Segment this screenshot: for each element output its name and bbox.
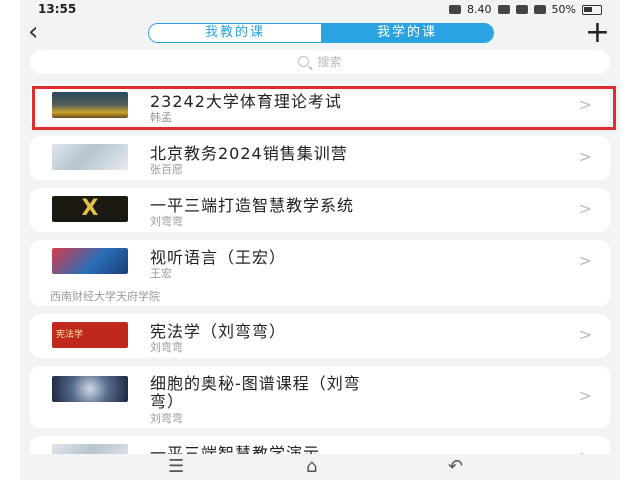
- wifi-icon: [533, 5, 546, 14]
- chevron-right-icon: >: [578, 95, 592, 114]
- course-teacher: 王宏: [150, 267, 172, 280]
- chevron-right-icon: >: [578, 386, 592, 405]
- course-thumbnail: X: [52, 196, 128, 222]
- course-thumbnail: [52, 248, 128, 274]
- course-title: 23242大学体育理论考试: [150, 92, 342, 111]
- chevron-right-icon: >: [578, 199, 592, 218]
- battery-icon: [582, 4, 602, 15]
- course-thumbnail: [52, 92, 128, 118]
- plus-icon[interactable]: +: [585, 18, 610, 48]
- search-icon: [298, 56, 310, 67]
- top-bar: ‹ 我教的课 我学的课 +: [20, 18, 620, 48]
- course-teacher: 韩孟: [150, 111, 172, 124]
- course-item[interactable]: 细胞的奥秘-图谱课程（刘弯 弯） 刘弯弯 >: [30, 366, 610, 428]
- chevron-left-icon[interactable]: ‹: [28, 19, 38, 45]
- status-icons: 8.40 50%: [449, 3, 602, 16]
- tab-teaching[interactable]: 我教的课: [149, 24, 321, 42]
- course-teacher: 张百愿: [150, 163, 183, 176]
- chevron-right-icon: >: [578, 147, 592, 166]
- course-item[interactable]: X 一平三端打造智慧教学系统 刘弯弯 >: [30, 188, 610, 232]
- menu-icon[interactable]: ☰: [168, 456, 184, 477]
- status-bar: 13:55 8.40 50%: [20, 0, 620, 20]
- course-teacher: 刘弯弯: [150, 341, 183, 354]
- course-tabs: 我教的课 我学的课: [148, 23, 494, 43]
- course-thumbnail: 宪法学: [52, 322, 128, 348]
- course-thumbnail: [52, 376, 128, 402]
- course-list: 23242大学体育理论考试 韩孟 > 北京教务2024销售集训营 张百愿 > X…: [30, 84, 610, 480]
- chevron-right-icon: >: [578, 251, 592, 270]
- course-item[interactable]: 北京教务2024销售集训营 张百愿 >: [30, 136, 610, 180]
- system-nav-bar: ☰ ⌂ ↶: [20, 454, 620, 480]
- signal-icon: [515, 5, 528, 14]
- course-school: 西南财经大学天府学院: [50, 290, 160, 303]
- course-item[interactable]: 视听语言（王宏） 王宏 西南财经大学天府学院 >: [30, 240, 610, 306]
- back-icon[interactable]: ↶: [448, 456, 463, 477]
- alarm-icon: [449, 5, 462, 14]
- hd-icon: [497, 5, 510, 14]
- search-placeholder: 搜索: [317, 55, 342, 69]
- course-item[interactable]: 23242大学体育理论考试 韩孟 >: [30, 84, 610, 128]
- home-icon[interactable]: ⌂: [306, 456, 317, 477]
- course-teacher: 刘弯弯: [150, 215, 183, 228]
- search-input[interactable]: 搜索: [30, 50, 610, 74]
- course-item[interactable]: 宪法学 宪法学（刘弯弯） 刘弯弯 >: [30, 314, 610, 358]
- course-thumbnail: [52, 144, 128, 170]
- status-time: 13:55: [38, 2, 77, 16]
- app-screen: 13:55 8.40 50% ‹ 我教的课 我学的课 + 搜索 23242大学体…: [20, 0, 620, 480]
- chevron-right-icon: >: [578, 325, 592, 344]
- network-speed: 8.40: [467, 3, 492, 16]
- course-title-continued: 弯）: [150, 392, 185, 411]
- tab-learning[interactable]: 我学的课: [321, 24, 493, 42]
- battery-percent: 50%: [551, 3, 576, 16]
- course-teacher: 刘弯弯: [150, 412, 183, 425]
